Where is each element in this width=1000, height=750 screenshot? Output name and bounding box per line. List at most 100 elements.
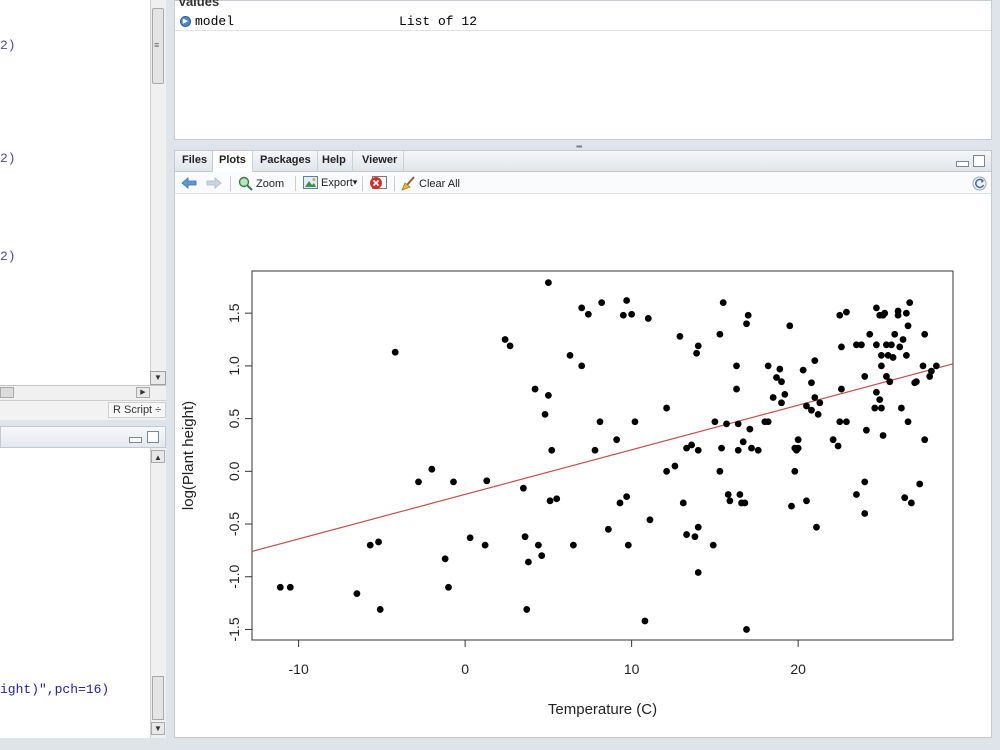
data-point — [483, 477, 491, 485]
data-point — [734, 420, 742, 428]
console-header — [0, 426, 166, 448]
data-point — [501, 336, 509, 343]
data-point — [693, 349, 700, 357]
data-point — [853, 491, 860, 498]
data-point — [391, 348, 399, 356]
data-point — [921, 330, 929, 338]
data-point — [811, 394, 819, 401]
environment-row[interactable] — [175, 12, 991, 31]
tab-files[interactable]: Files — [176, 151, 215, 172]
data-point — [744, 311, 752, 319]
data-point — [598, 299, 606, 307]
data-point — [688, 441, 695, 449]
zoom-label: Zoom — [256, 177, 285, 190]
data-point — [663, 404, 671, 412]
maximize-icon[interactable] — [973, 155, 985, 167]
scroll-down-arrow-icon[interactable]: ▼ — [150, 371, 166, 385]
data-point — [644, 315, 652, 322]
refresh-button[interactable] — [972, 176, 987, 191]
data-point — [353, 590, 361, 598]
data-point — [711, 418, 719, 426]
data-point — [623, 297, 631, 304]
data-point — [546, 497, 554, 505]
data-point — [716, 467, 724, 475]
data-point — [541, 410, 549, 418]
editor-hscroll-thumb[interactable] — [0, 387, 14, 398]
data-point — [531, 385, 539, 393]
scroll-up-arrow-icon[interactable]: ▲ — [151, 450, 165, 463]
remove-plot-button[interactable] — [369, 176, 387, 190]
x-tick-label: 0 — [461, 661, 469, 677]
tab-packages[interactable]: Packages — [254, 151, 318, 172]
data-point — [932, 362, 940, 370]
data-point — [873, 341, 880, 349]
data-point — [694, 342, 702, 350]
zoom-button[interactable]: Zoom — [238, 176, 284, 191]
data-point — [716, 330, 724, 338]
data-point — [873, 388, 880, 396]
forward-arrow-icon — [206, 177, 222, 189]
clear-all-button[interactable]: Clear All — [401, 176, 460, 191]
minimize-icon[interactable] — [129, 437, 142, 443]
data-point — [445, 583, 452, 591]
object-name[interactable]: model — [195, 14, 234, 29]
data-point — [754, 446, 762, 454]
toolbar-separator — [295, 176, 296, 191]
minimize-icon[interactable] — [956, 161, 969, 167]
maximize-icon[interactable] — [147, 431, 159, 443]
back-button[interactable] — [181, 176, 197, 190]
data-point — [566, 351, 574, 359]
y-tick-label: -0.5 — [226, 512, 242, 536]
forward-button[interactable] — [206, 176, 222, 190]
scroll-down-arrow-icon[interactable]: ▼ — [151, 722, 165, 735]
console-scroll-thumb[interactable] — [152, 676, 164, 720]
data-point — [886, 378, 894, 386]
data-point — [376, 606, 384, 613]
data-point — [778, 399, 785, 407]
data-point — [676, 332, 684, 340]
data-point — [788, 502, 795, 510]
data-point — [736, 491, 744, 498]
data-point — [836, 311, 844, 319]
data-point — [902, 351, 910, 359]
scroll-right-arrow-icon[interactable]: ▶ — [136, 387, 150, 398]
export-button[interactable]: Export ▾ — [303, 176, 357, 189]
data-point — [803, 497, 810, 505]
data-point — [591, 446, 599, 454]
data-point — [748, 444, 755, 452]
tab-help[interactable]: Help — [316, 151, 353, 172]
data-point — [544, 279, 552, 286]
data-point — [921, 436, 929, 444]
zoom-icon — [238, 176, 253, 191]
script-type-selector[interactable]: R Script ÷ — [108, 402, 167, 418]
remove-plot-icon — [370, 176, 387, 189]
data-point — [450, 478, 457, 486]
data-point — [604, 525, 612, 533]
data-point — [521, 533, 529, 541]
scroll-grip-icon: ≡ — [154, 40, 160, 50]
tab-plots[interactable]: Plots — [212, 151, 253, 172]
data-point — [286, 583, 294, 591]
y-tick-label: -1.5 — [226, 617, 242, 641]
plot-frame — [251, 270, 954, 641]
console[interactable]: ight)",pch=16) — [0, 448, 150, 738]
data-point — [894, 311, 902, 319]
data-point — [646, 516, 654, 524]
x-tick-label: 10 — [624, 661, 640, 677]
expand-object-icon[interactable]: ▶ — [180, 16, 191, 27]
tab-viewer[interactable]: Viewer — [356, 151, 405, 172]
data-point — [794, 444, 802, 452]
data-point — [843, 308, 850, 316]
data-point — [743, 626, 750, 633]
data-point — [534, 541, 542, 549]
clear-all-label: Clear All — [419, 177, 460, 190]
y-tick-label: 1.0 — [226, 356, 242, 376]
data-point — [891, 330, 899, 338]
data-point — [520, 484, 527, 492]
data-point — [584, 310, 592, 318]
data-point — [838, 343, 845, 351]
source-editor[interactable]: 2) 2) 2) — [0, 0, 150, 385]
data-point — [808, 379, 815, 387]
data-point — [902, 309, 910, 317]
data-point — [881, 309, 889, 317]
